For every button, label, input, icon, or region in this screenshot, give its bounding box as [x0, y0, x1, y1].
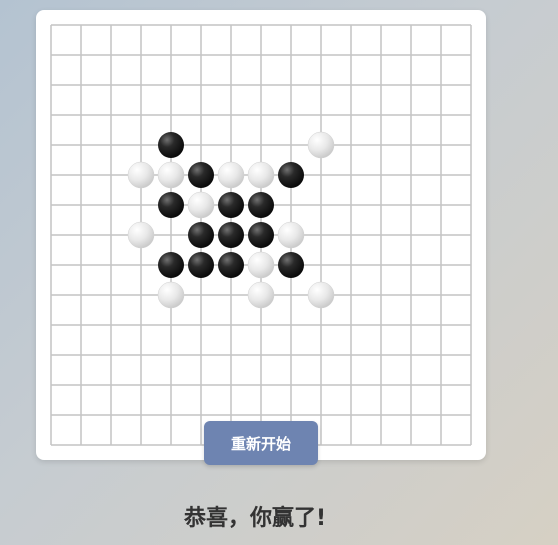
white-stone	[157, 281, 185, 309]
black-stone	[218, 192, 244, 218]
black-stone	[218, 252, 244, 278]
black-stone	[158, 192, 184, 218]
white-stone	[217, 161, 245, 189]
game-status-message: 恭喜，你赢了!	[183, 506, 327, 531]
white-stone	[247, 251, 275, 279]
black-stone	[278, 162, 304, 188]
white-stone	[187, 191, 215, 219]
black-stone	[248, 222, 274, 248]
white-stone	[247, 281, 275, 309]
white-stone	[157, 161, 185, 189]
black-stone	[188, 252, 214, 278]
black-stone	[188, 222, 214, 248]
black-stone	[158, 132, 184, 158]
black-stone	[218, 222, 244, 248]
board-canvas[interactable]	[36, 10, 486, 460]
white-stone	[307, 281, 335, 309]
black-stone	[278, 252, 304, 278]
black-stone	[158, 252, 184, 278]
white-stone	[307, 131, 335, 159]
restart-button[interactable]: 重新开始	[204, 421, 318, 465]
white-stone	[127, 161, 155, 189]
game-board[interactable]	[36, 10, 486, 460]
white-stone	[247, 161, 275, 189]
black-stone	[248, 192, 274, 218]
white-stone	[127, 221, 155, 249]
black-stone	[188, 162, 214, 188]
white-stone	[277, 221, 305, 249]
